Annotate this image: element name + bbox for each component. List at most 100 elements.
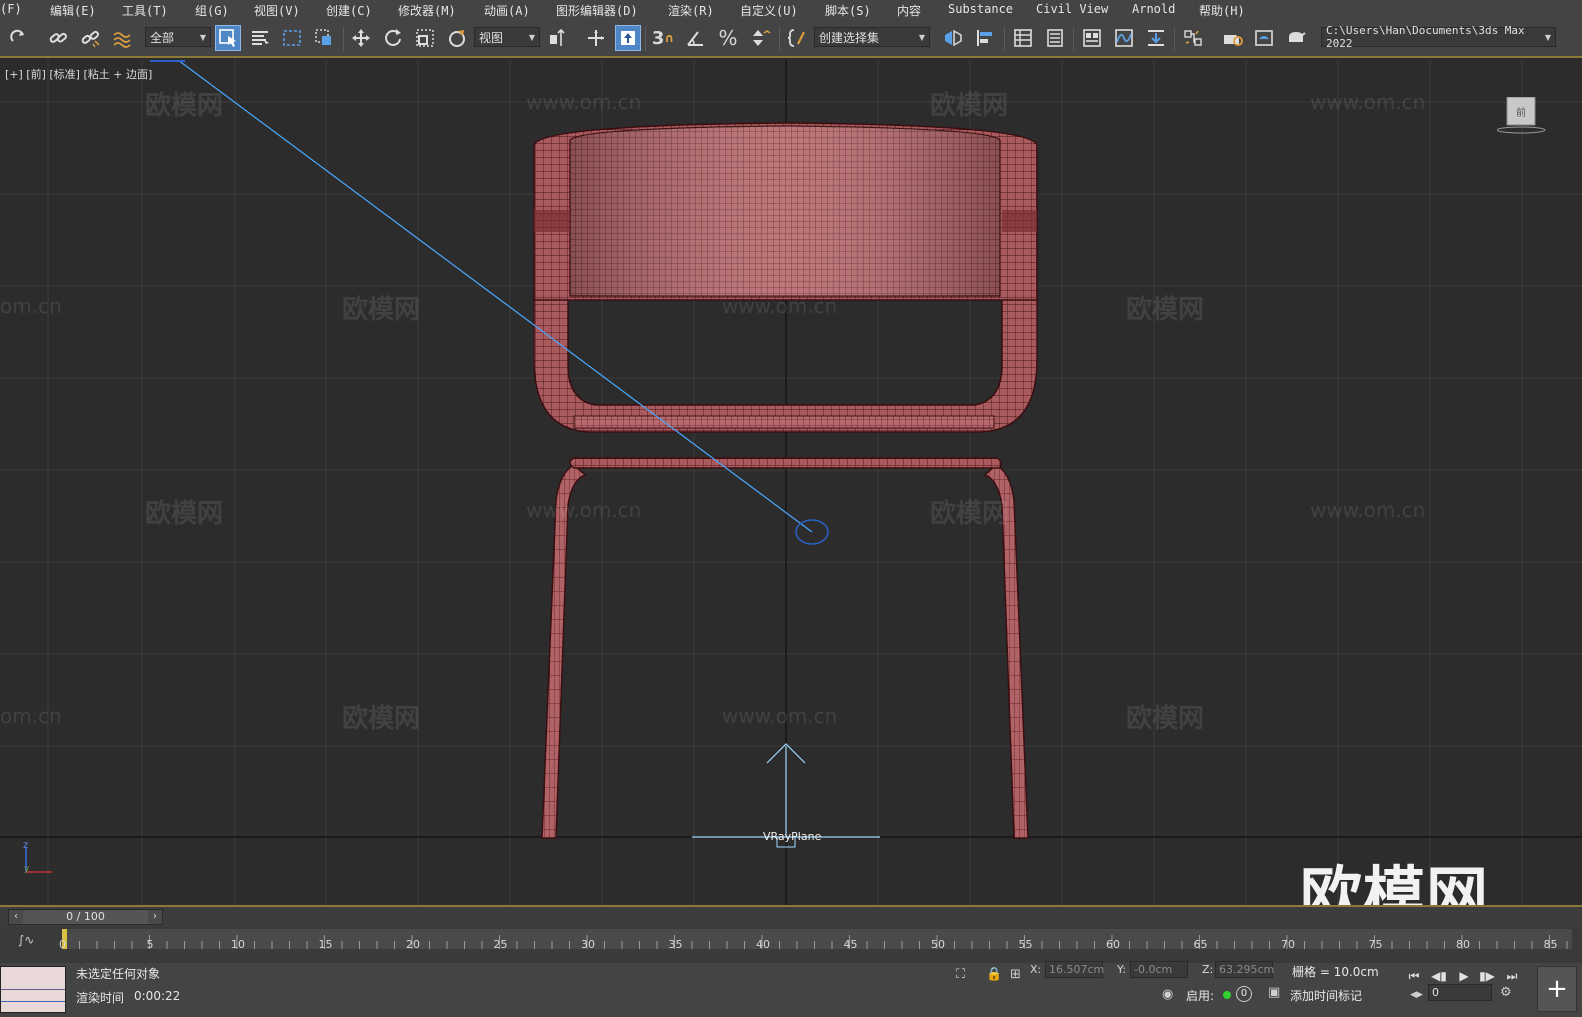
select-object-icon[interactable]: [215, 25, 241, 51]
selection-lock-icon[interactable]: 🔒: [986, 967, 1002, 982]
next-frame-arrow-icon[interactable]: ›: [148, 910, 162, 924]
add-key-button[interactable]: +: [1537, 966, 1577, 1012]
move-icon[interactable]: [348, 25, 374, 51]
chevron-down-icon: ▼: [1544, 32, 1551, 42]
snap-toggle-icon[interactable]: 3 ∩: [650, 25, 676, 51]
keyboard-shortcut-override-icon[interactable]: [615, 25, 641, 51]
viewcube[interactable]: 前: [1496, 96, 1546, 137]
menu-rendering[interactable]: 渲染(R): [668, 2, 714, 19]
menu-customize[interactable]: 自定义(U): [740, 2, 798, 19]
select-and-manipulate-icon[interactable]: [583, 25, 609, 51]
menu-arnold[interactable]: Arnold: [1132, 2, 1175, 16]
menu-edit[interactable]: 编辑(E): [50, 2, 96, 19]
align-icon[interactable]: [972, 25, 998, 51]
status-bar: 未选定任何对象 渲染时间 0:00:22 ⛶ 🔒 ⊞ X: 16.507cm Y…: [0, 961, 1582, 1017]
enable-count[interactable]: 0: [1236, 986, 1252, 1002]
redo-icon[interactable]: [6, 25, 32, 51]
absolute-mode-icon[interactable]: ⊞: [1010, 967, 1021, 982]
render-time-label: 渲染时间: [76, 991, 125, 1005]
track-tick-label: 55: [1018, 938, 1033, 951]
x-coord-label: X:: [1030, 963, 1042, 976]
reference-coord-dropdown[interactable]: 视图 ▼: [474, 27, 540, 47]
viewport-label[interactable]: [+] [前] [标准] [粘土 + 边面]: [5, 66, 152, 82]
y-coord-field[interactable]: -0.0cm: [1130, 961, 1188, 978]
time-slider-handle[interactable]: ‹ 0 / 100 ›: [8, 909, 163, 925]
add-time-tag[interactable]: 添加时间标记: [1290, 987, 1362, 1004]
time-config-arrows-icon[interactable]: ◂▸: [1410, 987, 1423, 1002]
z-coord-field[interactable]: 63.295cm: [1215, 961, 1274, 978]
render-setup-icon[interactable]: [1219, 25, 1245, 51]
watermark: 欧模网: [342, 704, 421, 734]
track-tick-label: 40: [756, 938, 770, 951]
menu-substance[interactable]: Substance: [948, 2, 1013, 16]
isolate-selection-icon[interactable]: ⛶: [956, 967, 965, 982]
track-tick-label: 60: [1106, 938, 1120, 951]
adaptive-degradation-icon[interactable]: ◉: [1162, 987, 1173, 1002]
magnet-icon: ∩: [664, 31, 675, 45]
menu-animation[interactable]: 动画(A): [484, 2, 530, 19]
previous-frame-icon[interactable]: ◀▮: [1430, 967, 1448, 985]
select-by-name-icon[interactable]: [247, 25, 273, 51]
maxscript-listener-mini[interactable]: [0, 966, 66, 1013]
spinner-snap-icon[interactable]: [747, 25, 773, 51]
menu-scripting[interactable]: 脚本(S): [825, 2, 871, 19]
previous-frame-arrow-icon[interactable]: ‹: [9, 910, 23, 924]
menu-group[interactable]: 组(G): [195, 2, 229, 19]
time-slider[interactable]: ‹ 0 / 100 ›: [0, 905, 1582, 927]
scene-explorer-icon[interactable]: [1010, 25, 1036, 51]
track-tick-label: 20: [406, 938, 420, 951]
vray-plane-label: VRayPlane: [763, 830, 822, 843]
menu-create[interactable]: 创建(C): [326, 2, 372, 19]
schematic-view-icon[interactable]: [1143, 25, 1169, 51]
go-to-start-icon[interactable]: ⏮: [1405, 967, 1423, 985]
toggle-ribbon-icon[interactable]: [1079, 25, 1105, 51]
link-icon[interactable]: [45, 25, 71, 51]
track-tick-label: 45: [843, 938, 858, 951]
menu-modifiers[interactable]: 修改器(M): [398, 2, 456, 19]
watermark-url: www.om.cn: [722, 294, 838, 318]
menu-graph-editors[interactable]: 图形编辑器(D): [556, 2, 638, 19]
selection-filter-dropdown[interactable]: 全部 ▼: [145, 27, 211, 47]
project-folder-dropdown[interactable]: C:\Users\Han\Documents\3ds Max 2022 ▼: [1321, 24, 1556, 50]
track-tick-label: 15: [318, 938, 333, 951]
unlink-icon[interactable]: [77, 25, 103, 51]
viewcube-face-label: 前: [1516, 108, 1526, 119]
track-bar[interactable]: ∫∿ 0 5 10 15 20 25 30 35 40 45 50 55 60 65 70 75 80 85: [0, 927, 1582, 963]
next-frame-icon[interactable]: ▮▶: [1478, 967, 1496, 985]
edit-named-selection-icon[interactable]: [784, 25, 810, 51]
menu-file[interactable]: (F): [0, 2, 22, 16]
pivot-center-icon[interactable]: [545, 25, 571, 51]
angle-snap-icon[interactable]: [683, 25, 709, 51]
z-coord-label: Z:: [1202, 963, 1214, 976]
material-editor-icon[interactable]: [1180, 25, 1206, 51]
frame-display: 0 / 100: [66, 910, 105, 923]
bind-space-warp-icon[interactable]: [109, 25, 135, 51]
toolbar-separator: [343, 27, 344, 51]
named-selection-dropdown[interactable]: 创建选择集 ▼: [814, 27, 930, 47]
window-crossing-icon[interactable]: [311, 25, 337, 51]
track-tick-label: 80: [1456, 938, 1470, 951]
mirror-icon[interactable]: [940, 25, 966, 51]
play-icon[interactable]: ▶: [1455, 967, 1473, 985]
time-configuration-icon[interactable]: ⚙: [1500, 985, 1512, 1000]
menu-civil-view[interactable]: Civil View: [1036, 2, 1108, 16]
scale-icon[interactable]: [412, 25, 438, 51]
percent-snap-icon[interactable]: %: [715, 25, 741, 51]
menu-tools[interactable]: 工具(T): [122, 2, 168, 19]
rendered-frame-window-icon[interactable]: [1251, 25, 1277, 51]
watermark: 欧模网: [145, 499, 224, 529]
menu-help[interactable]: 帮助(H): [1199, 2, 1245, 19]
rect-selection-region-icon[interactable]: [279, 25, 305, 51]
watermark-url: www.om.cn: [722, 704, 838, 728]
curve-editor-icon[interactable]: [1111, 25, 1137, 51]
x-coord-field[interactable]: 16.507cm: [1045, 961, 1104, 978]
render-production-icon[interactable]: [1283, 25, 1309, 51]
layer-explorer-icon[interactable]: [1042, 25, 1068, 51]
rotate-icon[interactable]: [380, 25, 406, 51]
current-frame-field[interactable]: 0: [1428, 984, 1492, 1001]
menu-view[interactable]: 视图(V): [254, 2, 300, 19]
menu-content[interactable]: 内容: [897, 2, 921, 19]
front-viewport[interactable]: [+] [前] [标准] [粘土 + 边面] 前 z y 欧模网 www.om.…: [0, 60, 1582, 905]
placement-icon[interactable]: [444, 25, 470, 51]
go-to-end-icon[interactable]: ⏭: [1503, 967, 1521, 985]
